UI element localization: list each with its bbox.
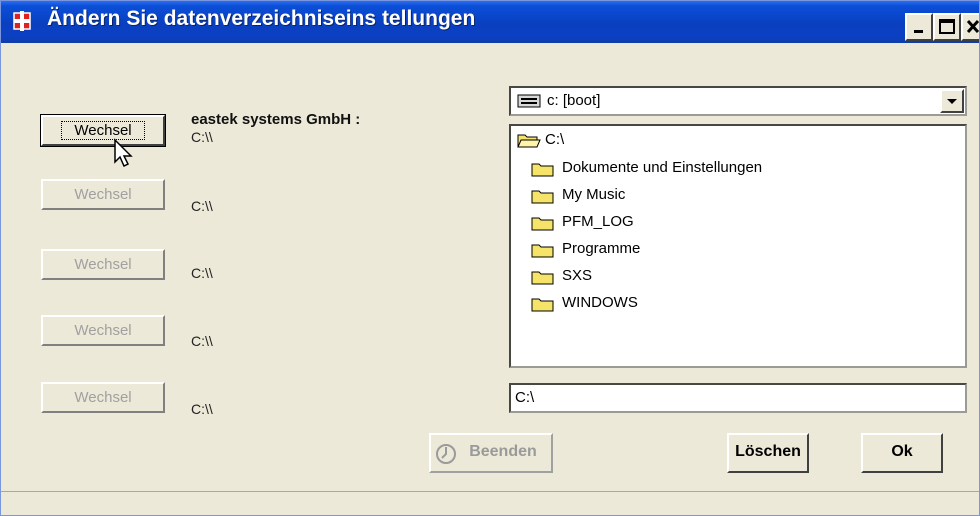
folder-icon [531,190,554,204]
path-label-3: C:\\ [191,265,213,281]
open-folder-icon [517,134,541,148]
path-label-5: C:\\ [191,401,213,417]
minimize-icon [914,30,923,33]
folder-icon [531,244,554,258]
drive-select[interactable]: c: [boot] [509,86,967,116]
close-icon [966,19,979,34]
wechsel-button-1[interactable]: Wechsel [40,114,166,147]
folder-item-label: WINDOWS [562,294,638,311]
path-label-4: C:\\ [191,333,213,349]
wechsel-button-2[interactable]: Wechsel [41,179,165,210]
path-label-2: C:\\ [191,198,213,214]
wechsel-button-3[interactable]: Wechsel [41,249,165,280]
exit-icon [436,444,456,464]
status-bar [1,491,979,515]
folder-icon [531,217,554,231]
folder-icon [531,298,554,312]
maximize-icon [939,19,955,34]
folder-item-label: My Music [562,186,626,203]
app-icon [13,11,31,31]
beenden-button-label: Beenden [469,443,537,460]
window-title: Ändern Sie datenverzeichniseins tellunge… [47,7,476,30]
company-label: eastek systems GmbH : [191,111,361,128]
folder-item-label: Dokumente und Einstellungen [562,159,763,176]
beenden-button[interactable]: Beenden [429,433,553,473]
folder-icon [531,163,554,177]
loeschen-button[interactable]: Löschen [727,433,809,473]
ok-button[interactable]: Ok [861,433,943,473]
drive-select-value: c: [boot] [547,92,601,109]
close-button[interactable] [961,13,979,41]
maximize-button[interactable] [933,13,961,41]
folder-list[interactable]: C:\ Dokumente und Einstellungen My Music… [509,124,967,368]
folder-item-label: SXS [562,267,593,284]
path-input[interactable]: C:\ [509,383,967,413]
title-bar[interactable]: Ändern Sie datenverzeichniseins tellunge… [1,1,979,43]
drive-select-dropdown-button[interactable] [940,89,964,113]
folder-item-label: PFM_LOG [562,213,634,230]
minimize-button[interactable] [905,13,933,41]
dialog-window: Ändern Sie datenverzeichniseins tellunge… [0,0,980,516]
wechsel-button-5[interactable]: Wechsel [41,382,165,413]
folder-root-label: C:\ [545,131,565,148]
path-label-1: C:\\ [191,129,213,145]
drive-icon [517,94,541,108]
folder-icon [531,271,554,285]
chevron-down-icon [947,99,957,104]
mouse-cursor-icon [114,138,133,168]
wechsel-button-4[interactable]: Wechsel [41,315,165,346]
folder-item-label: Programme [562,240,641,257]
